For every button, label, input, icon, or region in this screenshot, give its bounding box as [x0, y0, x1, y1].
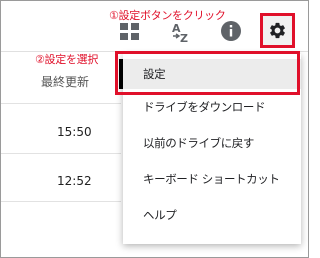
table-row-time: 15:50: [57, 125, 92, 139]
settings-menu: 設定 ドライブをダウンロード 以前のドライブに戻す キーボード ショートカット …: [119, 54, 301, 244]
selection-indicator: [119, 59, 123, 89]
menu-item-download-drive[interactable]: ドライブをダウンロード: [123, 92, 301, 122]
table-row-time: 12:52: [57, 174, 92, 188]
menu-item-label: 設定: [143, 67, 166, 81]
grid-view-icon[interactable]: [119, 22, 141, 42]
row-divider: [1, 201, 121, 202]
column-header-last-modified[interactable]: 最終更新: [41, 73, 89, 90]
menu-item-label: 以前のドライブに戻す: [143, 136, 254, 150]
toolbar: A Z ①設定ボタンをクリック: [1, 1, 308, 51]
row-divider: [1, 103, 121, 104]
menu-item-label: ヘルプ: [143, 208, 177, 222]
annotation-step1: ①設定ボタンをクリック: [109, 9, 226, 22]
menu-item-revert-drive[interactable]: 以前のドライブに戻す: [123, 128, 301, 158]
gear-icon: [270, 22, 285, 39]
row-divider: [1, 153, 121, 154]
menu-item-keyboard-shortcuts[interactable]: キーボード ショートカット: [123, 164, 301, 194]
menu-item-help[interactable]: ヘルプ: [123, 200, 301, 230]
menu-item-label: ドライブをダウンロード: [143, 100, 266, 114]
drive-window: A Z ①設定ボタンをクリック 最終更新 15:50 12:52 設定 ドライブ…: [0, 0, 309, 258]
annotation-step2: ②設定を選択: [35, 53, 99, 66]
svg-text:Z: Z: [180, 32, 188, 45]
settings-button[interactable]: [260, 13, 295, 48]
menu-item-label: キーボード ショートカット: [143, 172, 280, 186]
menu-item-settings[interactable]: 設定: [119, 59, 301, 89]
